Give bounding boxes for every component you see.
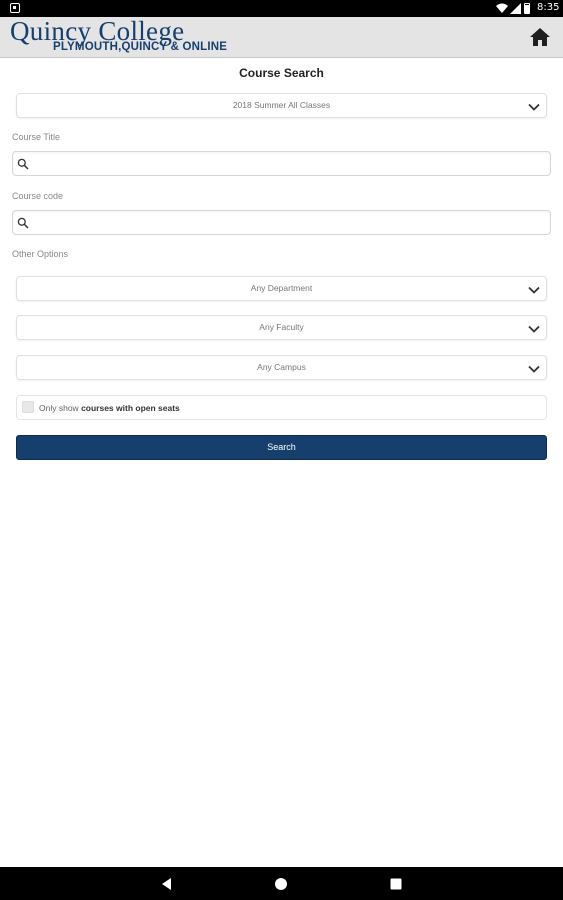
course-code-field	[12, 210, 551, 235]
department-select-value: Any Department	[250, 283, 313, 293]
navigation-bar	[0, 867, 563, 900]
home-icon[interactable]	[529, 27, 551, 47]
signal-icon	[510, 3, 521, 14]
other-options-label: Other Options	[12, 249, 69, 259]
home-nav-icon[interactable]	[274, 877, 288, 891]
course-title-label: Course Title	[12, 132, 61, 142]
logo-subtitle: PLYMOUTH,QUINCY & ONLINE	[53, 41, 228, 53]
college-logo: Quincy College PLYMOUTH,QUINCY & ONLINE	[10, 18, 227, 54]
page-title: Course Search	[239, 66, 324, 80]
chevron-down-icon	[528, 325, 540, 333]
open-seats-emphasis: courses with open seats	[81, 403, 180, 413]
chevron-down-icon	[528, 365, 540, 373]
faculty-select-value: Any Faculty	[259, 322, 304, 332]
search-button[interactable]: Search	[16, 435, 547, 460]
status-bar: 8:35	[0, 0, 563, 17]
chevron-down-icon	[528, 286, 540, 294]
faculty-select[interactable]: Any Faculty	[16, 315, 547, 340]
campus-select-value: Any Campus	[257, 362, 306, 372]
chevron-down-icon	[528, 103, 540, 111]
open-seats-label: Only show courses with open seats	[39, 403, 180, 413]
back-icon[interactable]	[160, 877, 174, 891]
course-title-field	[12, 151, 551, 176]
campus-select[interactable]: Any Campus	[16, 355, 547, 380]
battery-icon	[524, 3, 530, 14]
open-seats-prefix: Only show	[39, 403, 79, 413]
open-seats-option[interactable]: Only show courses with open seats	[16, 395, 547, 420]
recents-icon[interactable]	[389, 877, 403, 891]
department-select[interactable]: Any Department	[16, 276, 547, 301]
open-seats-checkbox[interactable]	[22, 401, 34, 413]
notification-icon	[10, 3, 20, 13]
search-icon	[17, 158, 29, 170]
status-time: 8:35	[537, 2, 560, 13]
term-select[interactable]: 2018 Summer All Classes	[16, 93, 547, 118]
course-code-label: Course code	[12, 191, 64, 201]
app-header: Quincy College PLYMOUTH,QUINCY & ONLINE	[0, 17, 563, 58]
course-code-input[interactable]	[33, 213, 543, 232]
wifi-icon	[496, 3, 508, 13]
course-title-input[interactable]	[33, 154, 543, 173]
search-icon	[17, 217, 29, 229]
term-select-value: 2018 Summer All Classes	[232, 100, 331, 110]
